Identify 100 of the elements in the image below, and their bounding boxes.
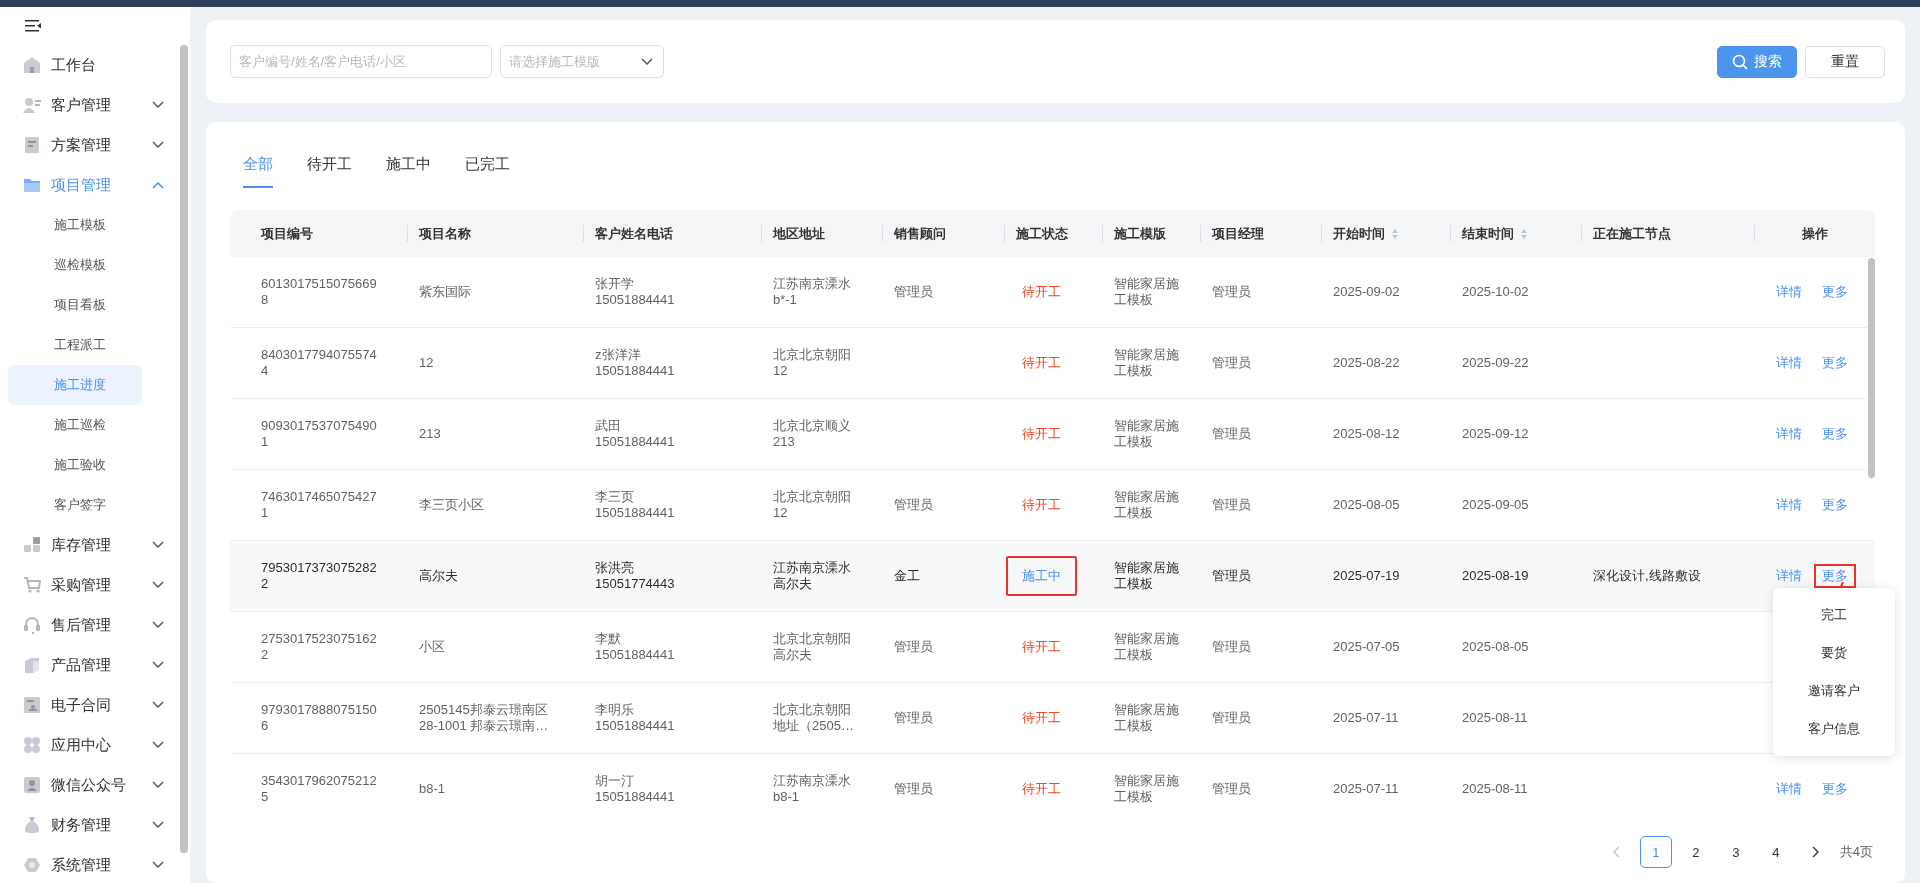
project-manager: 管理员 (1212, 639, 1251, 655)
sidebar-subitem[interactable]: 巡检模板 (8, 245, 142, 285)
chevron-icon (152, 541, 164, 549)
template-name: 智能家居施工模板 (1114, 418, 1180, 450)
project-name: 2505145邦泰云璟南区28-1001 邦泰云璟南… (419, 702, 550, 734)
address-text: 北京北京朝阳高尔夫 (773, 631, 852, 663)
customer-phone: 15051884441 (595, 505, 675, 521)
address-text: 北京北京朝阳地址（2505… (773, 702, 855, 734)
document-icon (23, 136, 41, 154)
sidebar-item[interactable]: 产品管理 (0, 645, 190, 685)
end-date: 2025-08-11 (1462, 781, 1528, 797)
search-field[interactable]: 客户编号/姓名/客户电话/小区 (230, 45, 492, 78)
tab[interactable]: 施工中 (386, 152, 431, 188)
column-header: 施工模版 (1114, 224, 1166, 243)
sidebar-item[interactable]: 应用中心 (0, 725, 190, 765)
project-manager: 管理员 (1212, 781, 1251, 797)
page-button[interactable]: 4 (1759, 836, 1792, 868)
sidebar-subitem[interactable]: 项目看板 (8, 285, 142, 325)
status-text: 待开工 (1021, 638, 1062, 656)
column-header: 客户姓名电话 (595, 224, 673, 243)
sales-advisor: 管理员 (894, 284, 933, 300)
start-date: 2025-07-19 (1333, 568, 1400, 584)
template-name: 智能家居施工模板 (1114, 276, 1180, 308)
chevron-right-icon (1811, 846, 1820, 858)
chevron-icon (152, 181, 164, 189)
page-button[interactable]: 3 (1719, 836, 1752, 868)
address-text: 江苏南京溧水b8-1 (773, 773, 852, 805)
start-date: 2025-07-11 (1333, 781, 1399, 797)
sidebar-item[interactable]: 微信公众号 (0, 765, 190, 805)
status-text: 施工中 (1006, 556, 1077, 596)
address-text: 北京北京顺义213 (773, 418, 852, 450)
start-date: 2025-08-22 (1333, 355, 1400, 371)
chevron-icon (152, 101, 164, 109)
template-name: 智能家居施工模板 (1114, 347, 1180, 379)
project-manager: 管理员 (1212, 710, 1251, 726)
sidebar-item[interactable]: 电子合同 (0, 685, 190, 725)
project-name: 213 (419, 426, 441, 442)
project-id: 27530175230751622 (261, 631, 378, 663)
sales-advisor: 管理员 (894, 497, 933, 513)
sort-icon (1391, 227, 1399, 240)
sidebar-item[interactable]: 方案管理 (0, 125, 190, 165)
address-text: 江苏南京溧水b*-1 (773, 276, 852, 308)
headset-icon (23, 616, 41, 634)
sidebar-subitem[interactable]: 施工验收 (8, 445, 142, 485)
status-text: 待开工 (1021, 780, 1062, 798)
address-text: 北京北京朝阳12 (773, 489, 852, 521)
project-manager: 管理员 (1212, 355, 1251, 371)
search-icon (1732, 53, 1748, 70)
template-name: 智能家居施工模板 (1114, 560, 1180, 592)
menu-item[interactable]: 完工 (1773, 596, 1895, 634)
tab[interactable]: 已完工 (465, 152, 510, 188)
sidebar-item[interactable]: 采购管理 (0, 565, 190, 605)
menu-item[interactable]: 要货 (1773, 634, 1895, 672)
scrollbar[interactable] (180, 45, 188, 853)
sidebar-item[interactable]: 售后管理 (0, 605, 190, 645)
project-manager: 管理员 (1212, 426, 1251, 442)
column-header[interactable]: 开始时间 (1333, 224, 1399, 243)
customer-phone: 15051884441 (595, 434, 675, 450)
customer-name: z张洋洋 (595, 347, 641, 363)
status-text: 待开工 (1021, 496, 1062, 514)
page-button[interactable]: 2 (1679, 836, 1712, 868)
chevron-icon (152, 141, 164, 149)
chevron-icon (152, 781, 164, 789)
sidebar-subitem[interactable]: 施工模板 (8, 205, 142, 245)
menu-item[interactable]: 客户信息 (1773, 710, 1895, 748)
project-name: 紫东国际 (419, 284, 471, 300)
sort-icon (1520, 227, 1528, 240)
money-bag-icon (23, 816, 41, 834)
template-name: 智能家居施工模板 (1114, 702, 1180, 734)
sidebar-item[interactable]: 系统管理 (0, 845, 190, 883)
customer-name: 李明乐 (595, 702, 634, 718)
customer-phone: 15051884441 (595, 647, 675, 663)
end-date: 2025-09-05 (1462, 497, 1529, 513)
sidebar-item[interactable]: 库存管理 (0, 525, 190, 565)
end-date: 2025-08-11 (1462, 710, 1528, 726)
user-badge-icon (23, 776, 41, 794)
status-text: 待开工 (1021, 283, 1062, 301)
chevron-icon (152, 661, 164, 669)
sales-advisor: 管理员 (894, 781, 933, 797)
hexagon-icon (23, 856, 41, 874)
project-id: 74630174650754271 (261, 489, 378, 521)
tab[interactable]: 待开工 (307, 152, 352, 188)
sidebar-subitem[interactable]: 施工巡检 (8, 405, 142, 445)
sidebar-item[interactable]: 财务管理 (0, 805, 190, 845)
sidebar-subitem[interactable]: 工程派工 (8, 325, 142, 365)
column-header: 项目经理 (1212, 224, 1264, 243)
reset-button[interactable]: 重置 (1805, 45, 1885, 78)
sidebar-item[interactable]: 工作台 (0, 45, 190, 85)
menu-item[interactable]: 邀请客户 (1773, 672, 1895, 710)
project-manager: 管理员 (1212, 568, 1251, 584)
chevron-icon (152, 821, 164, 829)
address-text: 江苏南京溧水高尔夫 (773, 560, 852, 592)
project-manager: 管理员 (1212, 284, 1251, 300)
contract-icon (23, 696, 41, 714)
box-icon (23, 656, 41, 674)
customer-name: 张洪亮 (595, 560, 634, 576)
sidebar-subitem[interactable]: 客户签字 (8, 485, 142, 525)
scrollbar[interactable] (1868, 258, 1875, 478)
column-header[interactable]: 结束时间 (1462, 224, 1528, 243)
sidebar-item[interactable]: 客户管理 (0, 85, 190, 125)
